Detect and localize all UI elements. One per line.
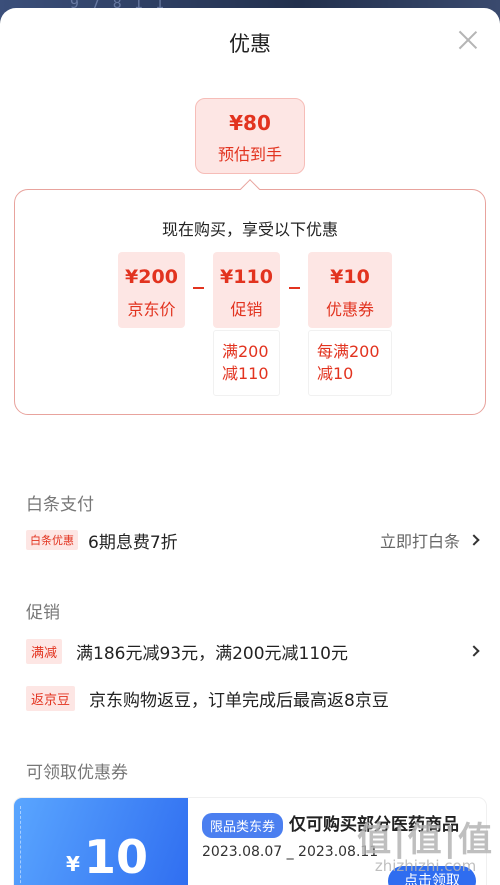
promo-card: ¥110 促销: [213, 252, 280, 328]
promo-rule-line1: 满200: [222, 342, 269, 361]
coupon-rule-line1: 每满200: [317, 342, 380, 361]
manjian-tag: 满减: [26, 638, 63, 664]
coupons-section-title: 可领取优惠券: [26, 763, 128, 783]
promo-label: 促销: [230, 300, 263, 319]
coupon-discount-card: ¥10 优惠券: [308, 252, 392, 328]
coupon-currency: ¥: [66, 852, 80, 876]
baitiao-offer-text: 6期息费7折: [88, 532, 178, 553]
baitiao-section-title: 白条支付: [26, 495, 94, 515]
coupon-rule-line2: 减10: [317, 364, 354, 383]
promo-rule-note: 满200 减110: [213, 330, 280, 396]
coupon-value-panel: ¥ 10: [14, 798, 188, 885]
estimated-price: ¥80: [229, 111, 271, 135]
close-icon[interactable]: [458, 30, 478, 50]
jingdou-text: 京东购物返豆，订单完成后最高返8京豆: [89, 690, 389, 711]
estimated-price-bubble: ¥80 预估到手: [195, 98, 305, 174]
watermark-logo: 值|值|值: [357, 820, 494, 860]
minus-sign: [193, 287, 204, 289]
manjian-expand[interactable]: [460, 645, 480, 657]
chevron-right-icon: [468, 645, 480, 657]
baitiao-row[interactable]: 白条优惠 6期息费7折 立即打白条: [26, 527, 480, 553]
discount-sheet: 优惠 ¥80 预估到手 现在购买，享受以下优惠 ¥200 京东价 ¥110 促销…: [0, 8, 500, 885]
sheet-title: 优惠: [229, 32, 271, 56]
price-calculation-box: 现在购买，享受以下优惠 ¥200 京东价 ¥110 促销 ¥10 优惠券 满20…: [14, 189, 486, 415]
site-watermark: 值|值|值 zhizhizhi.com: [357, 812, 494, 875]
promotion-row-manjian[interactable]: 满减 满186元减93元，满200元减110元: [26, 638, 480, 664]
coupon-category-tag: 限品类东券: [202, 812, 284, 838]
jingdou-tag: 返京豆: [26, 685, 76, 711]
coupon-discount-value: ¥10: [330, 266, 370, 288]
coupon-discount-label: 优惠券: [325, 300, 374, 319]
promotion-section-title: 促销: [26, 603, 60, 623]
promo-value: ¥110: [220, 266, 273, 288]
watermark-url: zhizhizhi.com: [374, 857, 477, 875]
estimated-price-label: 预估到手: [217, 145, 282, 164]
minus-sign: [289, 287, 300, 289]
sheet-header: 优惠: [0, 8, 500, 74]
promotion-row-jingdou: 返京豆 京东购物返豆，订单完成后最高返8京豆: [26, 685, 478, 711]
baitiao-tag: 白条优惠: [26, 530, 78, 550]
jd-price-label: 京东价: [127, 300, 176, 319]
manjian-text: 满186元减93元，满200元减110元: [76, 643, 348, 664]
coupon-amount: 10: [84, 830, 149, 884]
baitiao-action-label: 立即打白条: [379, 532, 460, 551]
chevron-right-icon: [468, 534, 480, 546]
promo-rule-line2: 减110: [222, 364, 269, 383]
jd-price-card: ¥200 京东价: [118, 252, 185, 328]
coupon-rule-note: 每满200 减10: [308, 330, 392, 396]
calc-subtitle: 现在购买，享受以下优惠: [161, 220, 338, 239]
jd-price-value: ¥200: [125, 266, 178, 288]
baitiao-action[interactable]: 立即打白条: [379, 528, 480, 552]
